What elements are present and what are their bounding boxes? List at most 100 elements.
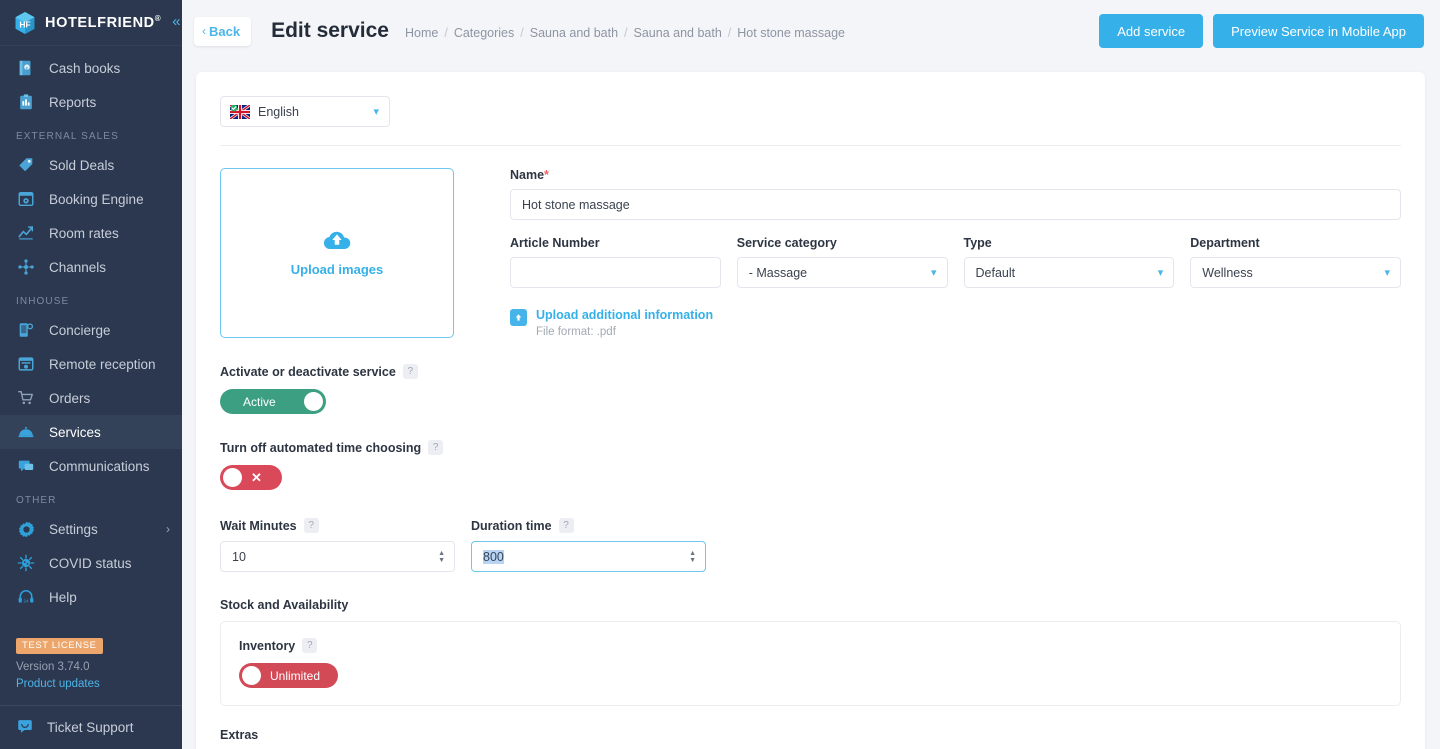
sidebar-collapse-icon[interactable]: « — [170, 12, 182, 33]
service-main-row: Upload images Name* Article Number Servi… — [220, 168, 1401, 338]
breadcrumb-separator: / — [727, 26, 732, 40]
sidebar: HF HOTELFRIEND® « € Cash books Reports E… — [0, 0, 182, 749]
sidebar-item-concierge[interactable]: Concierge — [0, 313, 182, 347]
license-badge: TEST LICENSE — [16, 637, 103, 654]
automated-time-label: Turn off automated time choosing ? — [220, 440, 1401, 455]
sidebar-item-label: Cash books — [49, 60, 121, 76]
gear-icon — [16, 519, 36, 539]
main-area: ‹ Back Edit service Home / Categories / … — [182, 0, 1440, 749]
sidebar-item-room-rates[interactable]: Room rates — [0, 216, 182, 250]
product-updates-link[interactable]: Product updates — [16, 676, 182, 693]
stepper-arrows-icon[interactable]: ▲ ▼ — [689, 550, 696, 564]
preview-service-button[interactable]: Preview Service in Mobile App — [1213, 14, 1424, 48]
service-dome-icon — [16, 422, 36, 442]
language-select[interactable]: English ▾ — [220, 96, 390, 127]
upload-additional-text: Upload additional information File forma… — [536, 308, 713, 338]
sidebar-logo[interactable]: HF HOTELFRIEND® « — [0, 0, 182, 46]
wait-minutes-input[interactable]: 10 ▲ ▼ — [220, 541, 455, 572]
sidebar-item-label: Room rates — [49, 225, 119, 241]
activate-service-toggle-label: Active — [243, 394, 276, 409]
sidebar-item-booking-engine[interactable]: Booking Engine — [0, 182, 182, 216]
stock-availability-title: Stock and Availability — [220, 598, 349, 612]
department-group: Department Wellness ▾ — [1190, 236, 1401, 288]
help-icon[interactable]: ? — [302, 638, 318, 653]
breadcrumb-separator: / — [444, 26, 448, 40]
sidebar-nav: € Cash books Reports EXTERNAL SALES Sold… — [0, 46, 182, 635]
sidebar-brand: HOTELFRIEND® — [45, 14, 162, 31]
sidebar-item-label: Booking Engine — [49, 191, 144, 207]
chevron-right-icon: › — [166, 522, 170, 536]
uk-flag-icon — [229, 103, 251, 120]
help-icon[interactable]: ? — [428, 440, 444, 455]
sidebar-item-sold-deals[interactable]: Sold Deals — [0, 148, 182, 182]
duration-time-value: 800 — [483, 549, 504, 564]
headset-24-icon: 24 — [16, 587, 36, 607]
type-select[interactable]: Default ▾ — [963, 257, 1175, 288]
ticket-support-button[interactable]: Ticket Support — [0, 705, 182, 749]
sidebar-item-remote-reception[interactable]: Remote reception — [0, 347, 182, 381]
duration-time-label: Duration time ? — [471, 518, 706, 533]
automated-time-block: Turn off automated time choosing ? ✕ — [220, 440, 1401, 492]
help-icon[interactable]: ? — [402, 364, 418, 379]
help-icon[interactable]: ? — [303, 518, 319, 533]
sidebar-item-help[interactable]: 24 Help — [0, 580, 182, 614]
sidebar-item-covid-status[interactable]: COVID status — [0, 546, 182, 580]
time-fields-row: Wait Minutes ? 10 ▲ ▼ Duration time ? 800 — [220, 518, 1401, 572]
sidebar-item-communications[interactable]: Communications — [0, 449, 182, 483]
breadcrumb-item-sauna-and-bath-2[interactable]: Sauna and bath — [634, 26, 722, 40]
sidebar-group-inhouse: INHOUSE — [16, 296, 70, 307]
activate-service-toggle[interactable]: Active — [220, 389, 326, 414]
cloud-upload-icon — [321, 229, 353, 257]
sidebar-item-services[interactable]: Services — [0, 415, 182, 449]
sidebar-item-cash-books[interactable]: € Cash books — [0, 51, 182, 85]
ticket-support-label: Ticket Support — [47, 720, 134, 735]
svg-text:24: 24 — [23, 598, 29, 603]
sidebar-item-channels[interactable]: Channels — [0, 250, 182, 284]
article-number-group: Article Number — [510, 236, 721, 288]
upload-images-dropzone[interactable]: Upload images — [220, 168, 454, 338]
sidebar-item-settings[interactable]: Settings › — [0, 512, 182, 546]
toggle-knob — [304, 392, 323, 411]
article-number-input[interactable] — [510, 257, 721, 288]
page-title: Edit service — [271, 19, 389, 42]
sidebar-item-label: Channels — [49, 259, 107, 275]
back-button[interactable]: ‹ Back — [194, 16, 252, 46]
service-category-select[interactable]: - Massage ▾ — [736, 257, 948, 288]
breadcrumb-item-sauna-and-bath-1[interactable]: Sauna and bath — [530, 26, 618, 40]
extras-title: Extras — [220, 728, 259, 742]
sidebar-footer: TEST LICENSE Version 3.74.0 Product upda… — [0, 635, 182, 693]
upload-additional-link[interactable]: Upload additional information — [536, 308, 713, 323]
automated-time-toggle[interactable]: ✕ — [220, 465, 282, 490]
sidebar-item-orders[interactable]: Orders — [0, 381, 182, 415]
duration-time-input[interactable]: 800 ▲ ▼ — [471, 541, 706, 572]
sidebar-item-label: Concierge — [49, 322, 111, 338]
inventory-label: Inventory ? — [239, 638, 1382, 653]
app-root: HF HOTELFRIEND® « € Cash books Reports E… — [0, 0, 1440, 749]
remote-reception-icon — [16, 354, 36, 374]
sidebar-item-reports[interactable]: Reports — [0, 85, 182, 119]
topbar: ‹ Back Edit service Home / Categories / … — [182, 0, 1440, 62]
edit-service-card: English ▾ Upload images Name* Hot stone … — [196, 72, 1425, 749]
breadcrumb-item-home[interactable]: Home — [405, 26, 438, 40]
service-fields: Name* Article Number Service category - … — [510, 168, 1401, 338]
wait-minutes-value: 10 — [232, 549, 246, 564]
concierge-mobile-icon — [16, 320, 36, 340]
sidebar-group-other: OTHER — [16, 495, 57, 506]
help-icon[interactable]: ? — [558, 518, 574, 533]
department-select[interactable]: Wellness ▾ — [1190, 257, 1401, 288]
stepper-arrows-icon[interactable]: ▲ ▼ — [438, 550, 445, 564]
name-input[interactable] — [510, 189, 1401, 220]
sidebar-item-label: Settings — [49, 521, 98, 537]
sidebar-item-label: Services — [49, 424, 101, 440]
inventory-toggle[interactable]: Unlimited — [239, 663, 338, 688]
sidebar-group-external-sales: EXTERNAL SALES — [16, 131, 119, 142]
back-button-label: Back — [209, 23, 241, 39]
section-divider — [220, 145, 1401, 146]
chevron-down-icon: ▾ — [930, 267, 937, 279]
upload-additional-information[interactable]: Upload additional information File forma… — [510, 308, 1401, 338]
topbar-actions: Add service Preview Service in Mobile Ap… — [1099, 14, 1424, 48]
breadcrumb-item-categories[interactable]: Categories — [454, 26, 514, 40]
toggle-knob — [242, 666, 261, 685]
add-service-button[interactable]: Add service — [1099, 14, 1204, 48]
sidebar-item-label: Communications — [49, 458, 150, 474]
